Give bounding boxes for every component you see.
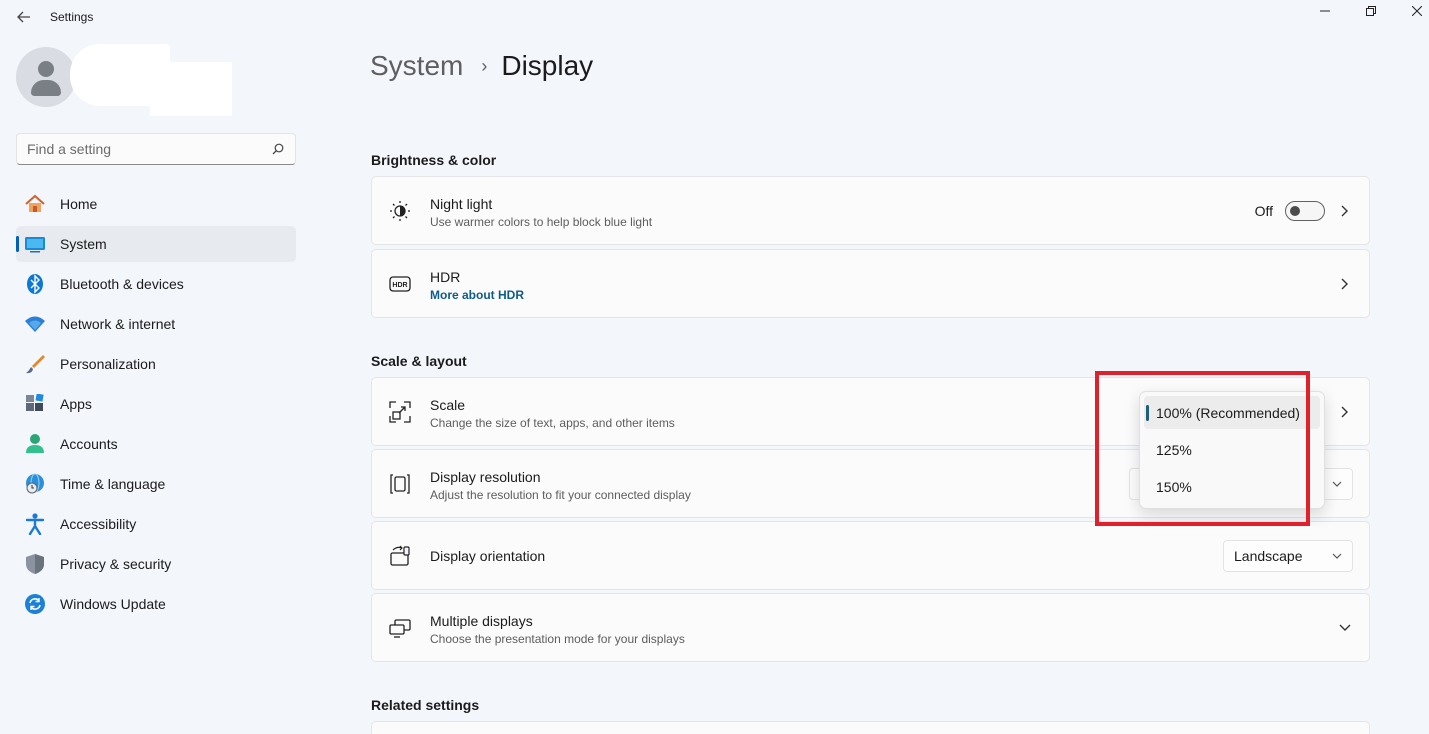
- sidebar-item-label: Privacy & security: [60, 556, 172, 572]
- sidebar-item-label: Apps: [60, 396, 92, 412]
- system-icon: [24, 233, 46, 255]
- chevron-right-icon[interactable]: [1335, 274, 1355, 294]
- related-settings-card[interactable]: [371, 721, 1370, 734]
- multiple-displays-title: Multiple displays: [430, 613, 533, 629]
- display-resolution-title: Display resolution: [430, 469, 541, 485]
- orientation-icon: [388, 544, 412, 568]
- night-light-toggle-label: Off: [1254, 203, 1273, 219]
- sidebar-item-label: Accounts: [60, 436, 118, 452]
- search-input[interactable]: [27, 141, 271, 157]
- bluetooth-icon: [24, 273, 46, 295]
- sidebar-item-privacy[interactable]: Privacy & security: [16, 546, 296, 582]
- scale-title: Scale: [430, 397, 466, 413]
- chevron-down-icon[interactable]: [1335, 618, 1355, 638]
- sidebar-item-network[interactable]: Network & internet: [16, 306, 296, 342]
- sidebar-item-label: Network & internet: [60, 316, 176, 332]
- hdr-title: HDR: [430, 269, 461, 285]
- svg-text:HDR: HDR: [392, 282, 407, 289]
- sidebar-nav: Home System Bluetooth & devices Network …: [16, 186, 296, 626]
- brush-icon: [24, 353, 46, 375]
- sidebar-item-label: Windows Update: [60, 596, 166, 612]
- home-icon: [24, 193, 46, 215]
- sidebar-item-home[interactable]: Home: [16, 186, 296, 222]
- scale-subtitle: Change the size of text, apps, and other…: [430, 416, 675, 430]
- hdr-icon: HDR: [388, 272, 412, 296]
- search-icon[interactable]: [271, 142, 285, 156]
- sidebar-item-accessibility[interactable]: Accessibility: [16, 506, 296, 542]
- apps-icon: [24, 393, 46, 415]
- display-orientation-dropdown[interactable]: Landscape: [1223, 540, 1353, 572]
- minimize-icon[interactable]: [1302, 0, 1348, 22]
- redacted-email: [150, 62, 232, 116]
- chevron-down-icon: [1332, 479, 1342, 490]
- avatar-head: [38, 61, 54, 77]
- app-title: Settings: [50, 10, 94, 24]
- hdr-card[interactable]: HDR HDR More about HDR: [371, 249, 1370, 318]
- breadcrumb-separator: ›: [481, 55, 488, 76]
- chevron-right-icon[interactable]: [1335, 402, 1355, 422]
- display-orientation-value: Landscape: [1234, 548, 1303, 564]
- display-orientation-card[interactable]: Display orientation Landscape: [371, 521, 1370, 590]
- maximize-icon[interactable]: [1348, 0, 1394, 22]
- night-light-toggle[interactable]: [1285, 201, 1325, 221]
- night-light-icon: [388, 199, 412, 223]
- display-resolution-subtitle: Adjust the resolution to fit your connec…: [430, 488, 691, 502]
- sidebar-item-windows-update[interactable]: Windows Update: [16, 586, 296, 622]
- night-light-card[interactable]: Night light Use warmer colors to help bl…: [371, 176, 1370, 245]
- resolution-icon: [388, 472, 412, 496]
- sidebar-item-apps[interactable]: Apps: [16, 386, 296, 422]
- update-icon: [24, 593, 46, 615]
- multiple-displays-card[interactable]: Multiple displays Choose the presentatio…: [371, 593, 1370, 662]
- sidebar-item-system[interactable]: System: [16, 226, 296, 262]
- section-title-related: Related settings: [371, 697, 480, 713]
- avatar-body: [31, 80, 61, 96]
- annotation-highlight-box: [1095, 371, 1310, 526]
- night-light-title: Night light: [430, 196, 493, 212]
- night-light-subtitle: Use warmer colors to help block blue lig…: [430, 215, 653, 229]
- section-title-brightness: Brightness & color: [371, 152, 497, 168]
- display-orientation-title: Display orientation: [430, 548, 546, 564]
- more-about-hdr-link[interactable]: More about HDR: [430, 288, 524, 302]
- breadcrumb-parent[interactable]: System: [370, 50, 463, 82]
- back-arrow-icon[interactable]: [12, 6, 36, 28]
- sidebar-item-personalization[interactable]: Personalization: [16, 346, 296, 382]
- multiple-displays-icon: [388, 616, 412, 640]
- close-icon[interactable]: [1394, 0, 1429, 22]
- sidebar-item-time-language[interactable]: Time & language: [16, 466, 296, 502]
- night-light-toggle-group: Off: [1255, 201, 1325, 221]
- sidebar-item-label: System: [60, 236, 107, 252]
- scale-icon: [388, 400, 412, 424]
- page-title: Display: [501, 50, 594, 81]
- accessibility-icon: [24, 513, 46, 535]
- sidebar-item-bluetooth[interactable]: Bluetooth & devices: [16, 266, 296, 302]
- sidebar-item-accounts[interactable]: Accounts: [16, 426, 296, 462]
- chevron-right-icon[interactable]: [1335, 201, 1355, 221]
- sidebar-item-label: Bluetooth & devices: [60, 276, 184, 292]
- sidebar-item-label: Home: [60, 196, 98, 212]
- sidebar-item-label: Time & language: [60, 476, 166, 492]
- toggle-knob: [1290, 206, 1300, 216]
- multiple-displays-subtitle: Choose the presentation mode for your di…: [430, 632, 685, 646]
- wifi-icon: [24, 313, 46, 335]
- chevron-down-icon: [1332, 551, 1342, 562]
- search-box[interactable]: [16, 133, 296, 165]
- shield-icon: [24, 553, 46, 575]
- breadcrumb: System › Display: [370, 50, 593, 82]
- title-bar: Settings: [0, 0, 1429, 34]
- person-icon: [24, 433, 46, 455]
- sidebar-item-label: Accessibility: [60, 516, 137, 532]
- globe-clock-icon: [24, 473, 46, 495]
- section-title-scale-layout: Scale & layout: [371, 353, 467, 369]
- avatar[interactable]: [16, 47, 76, 107]
- sidebar-item-label: Personalization: [60, 356, 156, 372]
